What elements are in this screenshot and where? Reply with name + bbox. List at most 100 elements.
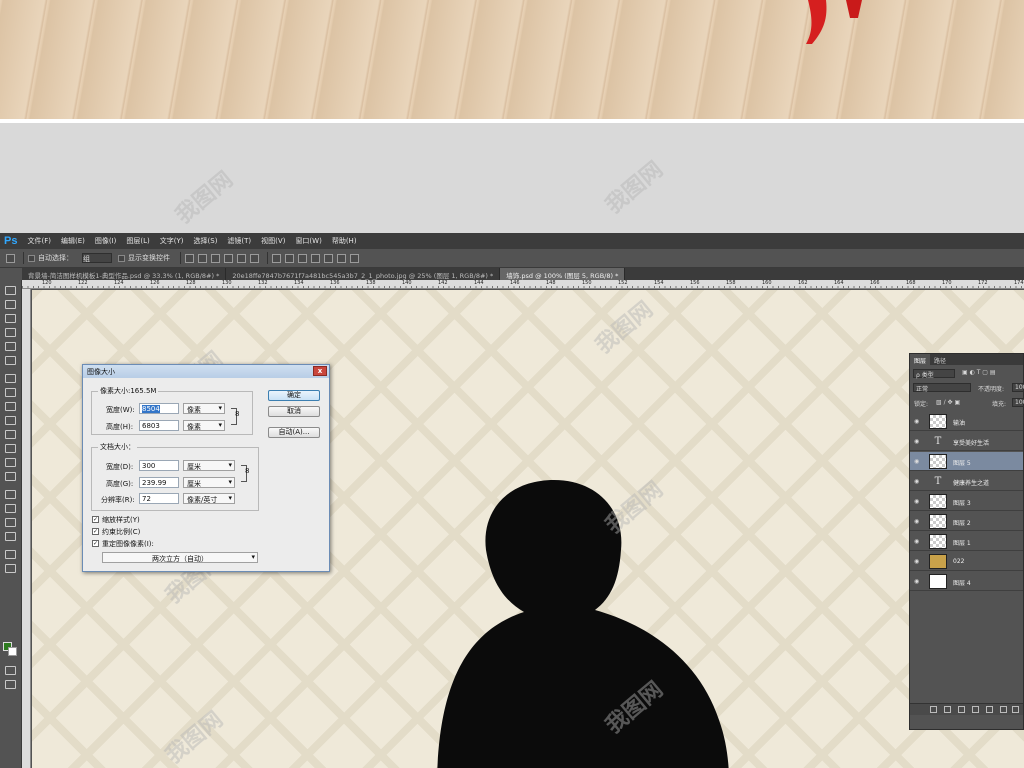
new-layer-icon[interactable] [1000, 706, 1007, 713]
ok-button[interactable]: 确定 [268, 390, 320, 401]
layer-row[interactable]: ◉ 图层 4 [910, 572, 1023, 591]
eye-icon[interactable]: ◉ [914, 418, 919, 425]
menu-select[interactable]: 选择(S) [194, 236, 218, 246]
shape-tool-icon[interactable] [5, 532, 16, 541]
distribute-middle-icon[interactable] [285, 253, 294, 263]
distribute-right-icon[interactable] [337, 253, 346, 263]
brush-tool-icon[interactable] [5, 388, 16, 397]
layer-row[interactable]: ◉ 图层 3 [910, 492, 1023, 511]
eye-icon[interactable]: ◉ [914, 518, 919, 525]
constrain-proportions-checkbox[interactable]: ✓ [92, 528, 99, 535]
dialog-title-bar[interactable]: 图像大小 x [83, 365, 329, 378]
eye-icon[interactable]: ◉ [914, 578, 919, 585]
pen-tool-icon[interactable] [5, 490, 16, 499]
layer-row[interactable]: ◉ 022 [910, 552, 1023, 571]
menu-filter[interactable]: 滤镜(T) [227, 236, 251, 246]
tab-paths[interactable]: 路径 [930, 354, 950, 365]
crop-tool-icon[interactable] [5, 342, 16, 351]
eye-icon[interactable]: ◉ [914, 438, 919, 445]
layer-row[interactable]: ◉ 输油 [910, 412, 1023, 431]
resolution-unit-select[interactable]: 像素/英寸 [183, 493, 235, 504]
lock-icons[interactable]: ▧ ∕ ✥ ▣ [936, 399, 960, 406]
align-center-icon[interactable] [237, 253, 246, 263]
screen-mode-icon[interactable] [5, 680, 16, 689]
eyedropper-tool-icon[interactable] [5, 356, 16, 365]
eraser-tool-icon[interactable] [5, 430, 16, 439]
align-bottom-icon[interactable] [211, 253, 220, 263]
layer-row[interactable]: ◉ T 健康养生之道 [910, 472, 1023, 491]
resample-method-select[interactable]: 两次立方（自动） [102, 552, 258, 563]
magic-wand-tool-icon[interactable] [5, 328, 16, 337]
trash-icon[interactable] [1012, 706, 1019, 713]
auto-select-dropdown[interactable]: 组 [82, 253, 112, 263]
layer-row-selected[interactable]: ◉ 图层 5 [910, 452, 1023, 471]
filter-icons[interactable]: ▣ ◐ T ▢ ▤ [962, 369, 996, 376]
align-left-icon[interactable] [224, 253, 233, 263]
resolution-input[interactable]: 72 [139, 493, 179, 504]
blend-mode-select[interactable]: 正常 [913, 383, 971, 393]
align-top-icon[interactable] [185, 253, 194, 263]
layer-row[interactable]: ◉ T 享受美好生活 [910, 432, 1023, 451]
move-tool-icon[interactable] [5, 286, 16, 295]
height-unit-select[interactable]: 像素 [183, 420, 225, 431]
distribute-bottom-icon[interactable] [298, 253, 307, 263]
cancel-button[interactable]: 取消 [268, 406, 320, 417]
history-brush-icon[interactable] [5, 416, 16, 425]
path-selection-icon[interactable] [5, 518, 16, 527]
opacity-input[interactable]: 100 [1012, 383, 1024, 392]
height-input[interactable]: 6803 [139, 420, 179, 431]
eye-icon[interactable]: ◉ [914, 478, 919, 485]
doc-width-input[interactable]: 300 [139, 460, 179, 471]
align-right-icon[interactable] [250, 253, 259, 263]
doc-height-input[interactable]: 239.99 [139, 477, 179, 488]
width-unit-select[interactable]: 像素 [183, 403, 225, 414]
width-input[interactable]: 8504 [139, 403, 179, 414]
resample-checkbox[interactable]: ✓ [92, 540, 99, 547]
tab-document-2[interactable]: 20e18ffe7847b7671f7a481bc545a3b7_2_1_pho… [226, 268, 501, 280]
menu-help[interactable]: 帮助(H) [332, 236, 357, 246]
layer-mask-icon[interactable] [958, 706, 965, 713]
auto-align-icon[interactable] [350, 253, 359, 263]
show-transform-checkbox[interactable] [118, 254, 125, 262]
type-tool-icon[interactable] [5, 504, 16, 513]
new-group-icon[interactable] [986, 706, 993, 713]
move-tool-icon[interactable] [6, 253, 15, 263]
menu-layer[interactable]: 图层(L) [126, 236, 149, 246]
blur-tool-icon[interactable] [5, 458, 16, 467]
doc-width-unit-select[interactable]: 厘米 [183, 460, 235, 471]
layer-row[interactable]: ◉ 图层 1 [910, 532, 1023, 551]
menu-view[interactable]: 视图(V) [261, 236, 285, 246]
fill-input[interactable]: 100 [1012, 398, 1024, 407]
distribute-left-icon[interactable] [311, 253, 320, 263]
tab-document-1[interactable]: 背景墙-简洁图样机模板1-典型作品.psd @ 33.3% (1, RGB/8#… [22, 268, 227, 280]
doc-height-unit-select[interactable]: 厘米 [183, 477, 235, 488]
gradient-tool-icon[interactable] [5, 444, 16, 453]
dodge-tool-icon[interactable] [5, 472, 16, 481]
eye-icon[interactable]: ◉ [914, 558, 919, 565]
marquee-tool-icon[interactable] [5, 300, 16, 309]
close-icon[interactable]: x [313, 366, 327, 376]
clone-stamp-icon[interactable] [5, 402, 16, 411]
distribute-top-icon[interactable] [272, 253, 281, 263]
layer-row[interactable]: ◉ 图层 2 [910, 512, 1023, 531]
eye-icon[interactable]: ◉ [914, 458, 919, 465]
tab-layers[interactable]: 图层 [910, 354, 931, 365]
background-color-swatch[interactable] [8, 647, 17, 656]
auto-button[interactable]: 自动(A)... [268, 427, 320, 438]
align-middle-icon[interactable] [198, 253, 207, 263]
menu-window[interactable]: 窗口(W) [295, 236, 321, 246]
distribute-center-icon[interactable] [324, 253, 333, 263]
menu-image[interactable]: 图像(I) [95, 236, 117, 246]
adjustment-layer-icon[interactable] [972, 706, 979, 713]
tab-document-3[interactable]: 墙饰.psd @ 100% (图层 5, RGB/8) * [500, 268, 626, 280]
menu-type[interactable]: 文字(Y) [160, 236, 184, 246]
menu-edit[interactable]: 编辑(E) [61, 236, 85, 246]
menu-file[interactable]: 文件(F) [27, 236, 51, 246]
scale-styles-checkbox[interactable]: ✓ [92, 516, 99, 523]
eye-icon[interactable]: ◉ [914, 538, 919, 545]
lasso-tool-icon[interactable] [5, 314, 16, 323]
auto-select-checkbox[interactable] [28, 254, 35, 262]
hand-tool-icon[interactable] [5, 550, 16, 559]
zoom-tool-icon[interactable] [5, 564, 16, 573]
link-layers-icon[interactable] [930, 706, 937, 713]
